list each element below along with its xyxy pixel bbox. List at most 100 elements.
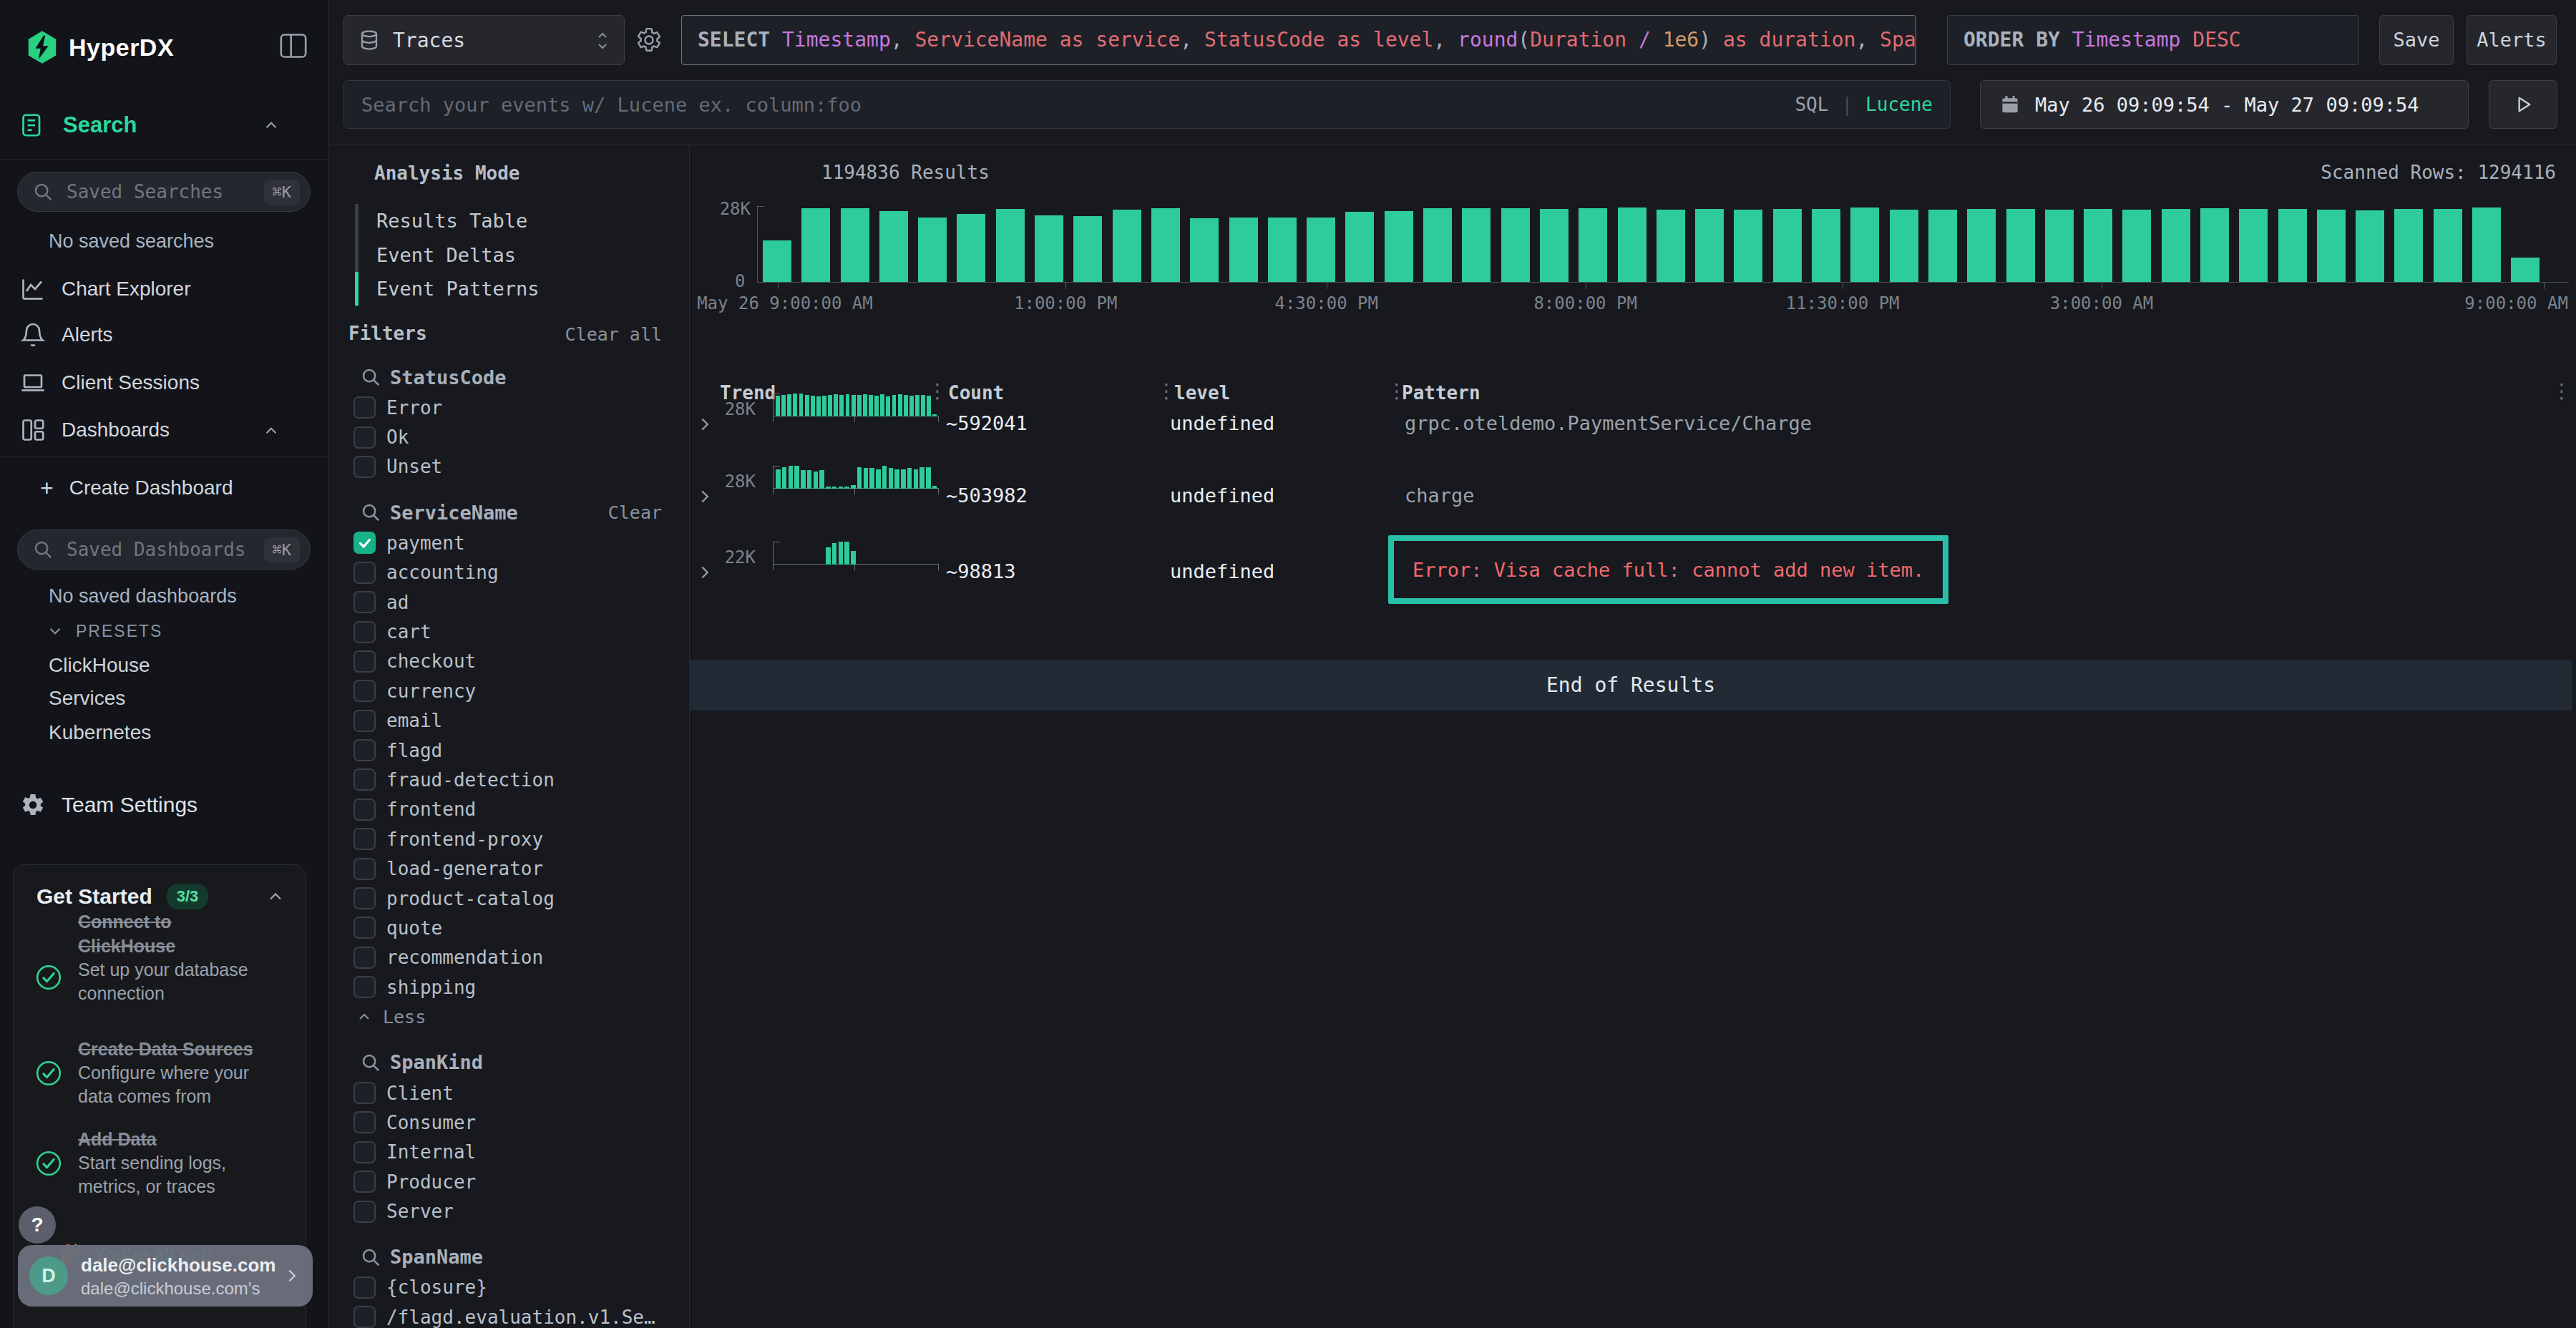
histogram-bar[interactable] bbox=[1773, 209, 1802, 282]
histogram-bar[interactable] bbox=[2511, 258, 2540, 282]
lucene-toggle[interactable]: Lucene bbox=[1865, 94, 1933, 115]
search-input[interactable]: Search your events w/ Lucene ex. column:… bbox=[343, 80, 1951, 129]
histogram-bar[interactable] bbox=[1928, 210, 1957, 282]
filter-option-load-generator[interactable]: load-generator bbox=[330, 854, 689, 883]
histogram-bar[interactable] bbox=[996, 209, 1025, 282]
histogram-bar[interactable] bbox=[1812, 209, 1840, 282]
filter-option-product-catalog[interactable]: product-catalog bbox=[330, 884, 689, 913]
sidebar-item-alerts[interactable]: Alerts bbox=[20, 318, 309, 352]
sql-toggle[interactable]: SQL bbox=[1795, 94, 1828, 115]
analysis-mode-event-patterns[interactable]: Event Patterns bbox=[330, 272, 689, 306]
histogram-bar[interactable] bbox=[2394, 209, 2423, 282]
expand-row-chevron[interactable] bbox=[694, 486, 716, 507]
filter-option--flagd-evaluation-v1-se-[interactable]: /flagd.evaluation.v1.Se… bbox=[330, 1302, 689, 1328]
checkbox[interactable] bbox=[353, 887, 376, 909]
checkbox[interactable] bbox=[353, 1171, 376, 1193]
histogram-bar[interactable] bbox=[2239, 209, 2268, 282]
histogram-bar[interactable] bbox=[2200, 208, 2229, 282]
histogram-bar[interactable] bbox=[1385, 211, 1413, 282]
checkbox[interactable] bbox=[353, 1111, 376, 1133]
saved-dashboards-input[interactable]: Saved Dashboards ⌘K bbox=[17, 529, 311, 570]
filter-option-ad[interactable]: ad bbox=[330, 587, 689, 617]
checkbox[interactable] bbox=[353, 680, 376, 702]
checkbox[interactable] bbox=[353, 650, 376, 673]
facet-header[interactable]: SpanName bbox=[330, 1241, 689, 1273]
checkbox[interactable] bbox=[353, 562, 376, 584]
get-started-item[interactable]: Add DataStart sending logs, metrics, or … bbox=[78, 1127, 264, 1198]
sidebar-item-team-settings[interactable]: Team Settings bbox=[20, 787, 309, 823]
checkbox[interactable] bbox=[353, 828, 376, 850]
expand-row-chevron[interactable] bbox=[694, 562, 716, 583]
histogram-bar[interactable] bbox=[1695, 209, 1724, 282]
facet-header[interactable]: ServiceNameClear bbox=[330, 497, 689, 528]
histogram-bar[interactable] bbox=[1268, 218, 1297, 282]
histogram-bar[interactable] bbox=[1850, 208, 1879, 282]
histogram-bar[interactable] bbox=[918, 218, 947, 282]
histogram-bar[interactable] bbox=[1657, 210, 1685, 282]
filter-option-producer[interactable]: Producer bbox=[330, 1167, 689, 1196]
checkbox[interactable] bbox=[353, 532, 376, 554]
filter-option-checkout[interactable]: checkout bbox=[330, 647, 689, 676]
source-select[interactable]: Traces bbox=[343, 15, 625, 65]
filter-option-fraud-detection[interactable]: fraud-detection bbox=[330, 765, 689, 794]
order-by-editor[interactable]: ORDER BY Timestamp DESC bbox=[1947, 15, 2359, 65]
show-less-button[interactable]: Less bbox=[330, 1002, 689, 1031]
filter-option-unset[interactable]: Unset bbox=[330, 452, 689, 482]
pattern-row[interactable]: 28K~592041undefinedgrpc.oteldemo.Payment… bbox=[690, 394, 2576, 469]
filter-option-quote[interactable]: quote bbox=[330, 913, 689, 942]
sidebar-item-chart-explorer[interactable]: Chart Explorer bbox=[20, 272, 309, 306]
alerts-button[interactable]: Alerts bbox=[2467, 15, 2557, 65]
filter-option-accounting[interactable]: accounting bbox=[330, 558, 689, 587]
histogram-bar[interactable] bbox=[1540, 209, 1568, 282]
histogram-bar[interactable] bbox=[1579, 208, 1607, 282]
filter-option-ok[interactable]: Ok bbox=[330, 422, 689, 451]
histogram-bar[interactable] bbox=[1423, 208, 1452, 282]
filter-option-error[interactable]: Error bbox=[330, 393, 689, 422]
histogram-bar[interactable] bbox=[1190, 218, 1219, 282]
histogram-bar[interactable] bbox=[2434, 209, 2462, 282]
histogram-bar[interactable] bbox=[1501, 208, 1530, 282]
checkbox[interactable] bbox=[353, 976, 376, 998]
clear-all-filters-button[interactable]: Clear all bbox=[565, 324, 662, 345]
save-button[interactable]: Save bbox=[2379, 15, 2454, 65]
sql-select-editor[interactable]: SELECT Timestamp, ServiceName as service… bbox=[681, 15, 1916, 65]
checkbox[interactable] bbox=[353, 739, 376, 761]
histogram-bar[interactable] bbox=[1618, 208, 1646, 282]
checkbox[interactable] bbox=[353, 591, 376, 613]
checkbox[interactable] bbox=[353, 768, 376, 791]
user-menu[interactable]: D dale@clickhouse.com dale@clickhouse.co… bbox=[18, 1245, 313, 1307]
histogram-bar[interactable] bbox=[957, 214, 985, 282]
preset-dashboard-clickhouse[interactable]: ClickHouse bbox=[49, 650, 150, 681]
histogram-bar[interactable] bbox=[1462, 208, 1491, 282]
facet-clear-button[interactable]: Clear bbox=[608, 502, 662, 523]
filter-option-frontend-proxy[interactable]: frontend-proxy bbox=[330, 824, 689, 854]
histogram-bar[interactable] bbox=[879, 211, 908, 282]
histogram-bar[interactable] bbox=[841, 208, 869, 282]
checkbox[interactable] bbox=[353, 799, 376, 821]
checkbox[interactable] bbox=[353, 917, 376, 939]
filter-option-flagd[interactable]: flagd bbox=[330, 736, 689, 765]
histogram-bar[interactable] bbox=[1151, 208, 1180, 282]
analysis-mode-event-deltas[interactable]: Event Deltas bbox=[330, 238, 689, 273]
histogram-bar[interactable] bbox=[2084, 209, 2112, 282]
sidebar-item-search[interactable]: Search bbox=[20, 107, 309, 143]
histogram-bar[interactable] bbox=[2278, 209, 2307, 282]
pattern-text-highlighted[interactable]: Error: Visa cache full: cannot add new i… bbox=[1388, 535, 1948, 604]
analysis-mode-results-table[interactable]: Results Table bbox=[330, 204, 689, 238]
histogram-bar[interactable] bbox=[2122, 210, 2151, 282]
facet-header[interactable]: StatusCode bbox=[330, 361, 689, 393]
checkbox[interactable] bbox=[353, 1276, 376, 1299]
sidebar-item-dashboards[interactable]: Dashboards bbox=[20, 413, 309, 447]
histogram-bar[interactable] bbox=[2162, 209, 2190, 282]
checkbox[interactable] bbox=[353, 1306, 376, 1328]
facet-header[interactable]: SpanKind bbox=[330, 1047, 689, 1078]
histogram-bar[interactable] bbox=[1967, 209, 1996, 282]
checkbox[interactable] bbox=[353, 456, 376, 478]
preset-dashboard-kubernetes[interactable]: Kubernetes bbox=[49, 717, 151, 748]
sidebar-item-client-sessions[interactable]: Client Sessions bbox=[20, 366, 309, 400]
histogram-bar[interactable] bbox=[2472, 208, 2501, 282]
histogram-bar[interactable] bbox=[1035, 215, 1063, 282]
get-started-item[interactable]: Create Data SourcesConfigure where your … bbox=[78, 1037, 264, 1108]
checkbox[interactable] bbox=[353, 426, 376, 449]
filter-option-shipping[interactable]: shipping bbox=[330, 972, 689, 1002]
